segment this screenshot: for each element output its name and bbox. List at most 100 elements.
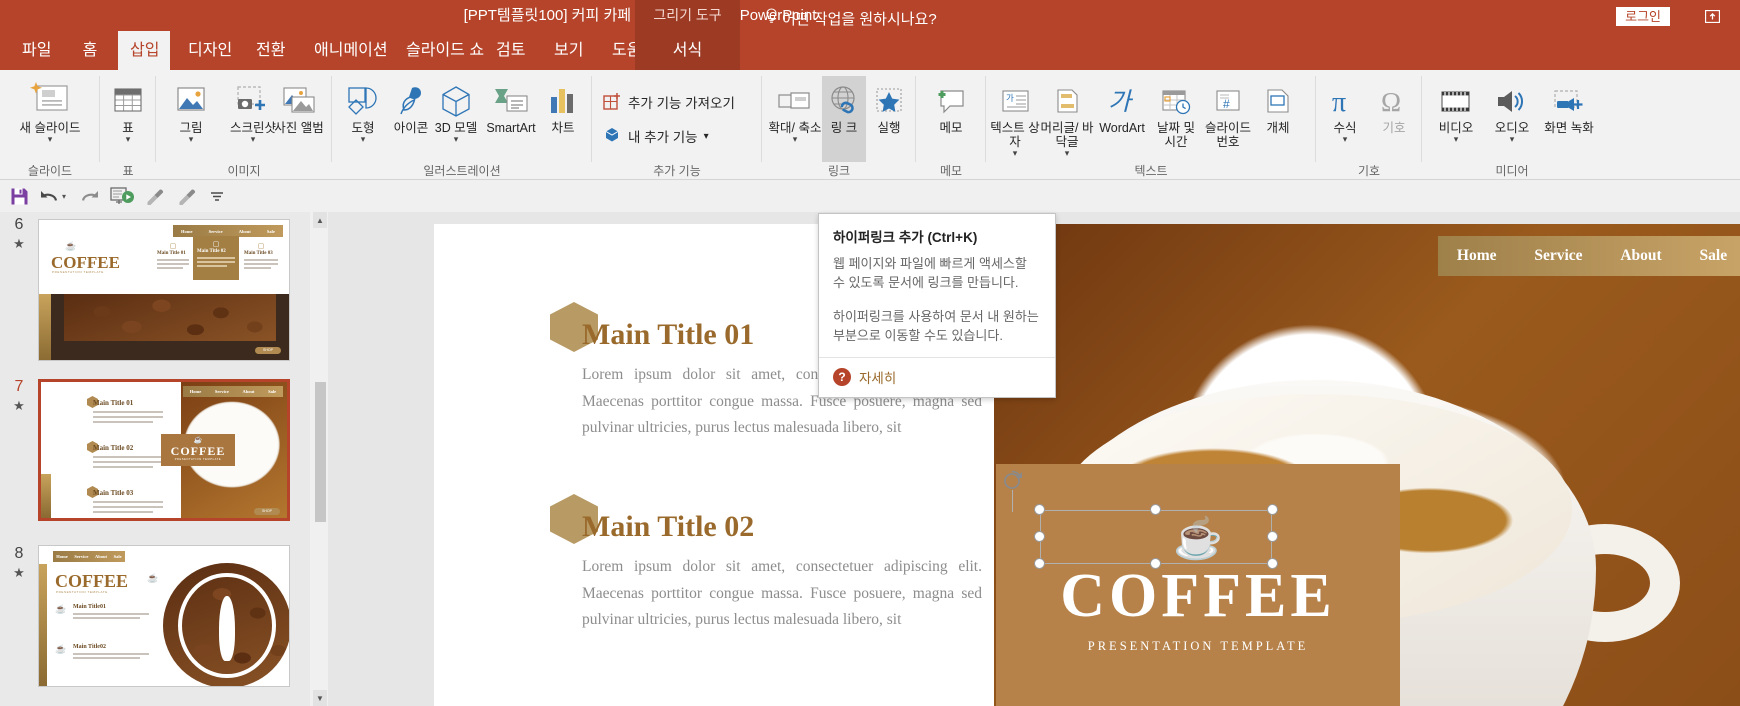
ribbon-tab-1[interactable]: 홈	[68, 31, 112, 70]
slide-thumbnail-8[interactable]: Home Service About Sale COFFEE ☕ PRESENT…	[38, 545, 290, 687]
resize-handle-sw[interactable]	[1034, 558, 1045, 569]
slide-number-button[interactable]: # 슬라이드 번호	[1202, 76, 1254, 162]
mini-card-2: ▢ Main Title 02	[193, 236, 239, 280]
sign-in-button[interactable]: 로그인	[1616, 7, 1670, 26]
get-addins-button[interactable]: 추가 기능 가져오기	[602, 88, 735, 116]
my-addins-icon	[602, 125, 622, 148]
ribbon-tab-8[interactable]: 보기	[542, 31, 594, 70]
photo-album-button[interactable]: 사진 앨범	[270, 76, 328, 162]
screen-recording-button[interactable]: 화면 녹화	[1540, 76, 1598, 162]
comment-icon	[933, 76, 969, 118]
chevron-down-icon[interactable]: ▾	[361, 135, 366, 144]
current-slide[interactable]: Home Service About Sale ☕ COFFEE PRESENT…	[434, 224, 1740, 706]
ribbon-group-slides: 새 슬라이드 ▾ 슬라이드	[0, 70, 100, 180]
scroll-up-icon[interactable]: ▲	[313, 212, 327, 228]
resize-handle-se[interactable]	[1267, 558, 1278, 569]
resize-handle-nw[interactable]	[1034, 504, 1045, 515]
slide-thumbnail-7[interactable]: Home Service About Sale Main Title 01 Ma…	[38, 379, 290, 521]
eyedropper-icon[interactable]	[142, 184, 168, 209]
scroll-down-icon[interactable]: ▼	[313, 690, 327, 706]
chevron-down-icon[interactable]: ▾	[48, 135, 53, 144]
tell-me-search[interactable]: 어떤 작업을 원하시나요?	[760, 0, 937, 39]
slide-section-2[interactable]: Main Title 02 Lorem ipsum dolor sit amet…	[550, 494, 982, 634]
ribbon-tab-5[interactable]: 애니메이션	[302, 31, 388, 70]
ribbon-tab-2[interactable]: 삽입	[118, 31, 170, 70]
chevron-down-icon[interactable]: ▾	[251, 135, 256, 144]
chevron-down-icon[interactable]: ▾	[126, 135, 131, 144]
smartart-button[interactable]: SmartArt	[480, 76, 542, 162]
slide-thumbnail-pane[interactable]: 6 ★ Home Service About Sale COFFEE PRESE…	[0, 212, 310, 706]
symbol-label: 기호	[1382, 121, 1406, 135]
chevron-down-icon[interactable]: ▾	[1510, 135, 1515, 144]
scrollbar-thumb[interactable]	[315, 382, 326, 522]
shapes-label: 도형	[351, 121, 375, 135]
header-footer-button[interactable]: 머리글/ 바닥글 ▾	[1040, 76, 1094, 162]
redo-icon[interactable]	[76, 184, 102, 209]
undo-dropdown-icon[interactable]: ▾	[58, 184, 70, 209]
section-title-2[interactable]: Main Title 02	[582, 510, 982, 544]
rotate-handle-icon[interactable]	[999, 468, 1025, 494]
ribbon-tab-10[interactable]: 서식	[635, 31, 740, 70]
video-button[interactable]: 비디오 ▾	[1428, 76, 1484, 162]
date-time-button[interactable]: 날짜 및 시간	[1150, 76, 1202, 162]
eyedropper-2-icon[interactable]	[174, 184, 200, 209]
equation-button[interactable]: π 수식 ▾	[1320, 76, 1370, 162]
mini-beans-circle	[163, 563, 289, 686]
resize-handle-s[interactable]	[1150, 558, 1161, 569]
slide-pane-scrollbar[interactable]: ▲ ▼	[313, 212, 327, 706]
chevron-down-icon[interactable]: ▾	[1065, 149, 1070, 158]
my-addins-button[interactable]: 내 추가 기능 ▾	[602, 122, 709, 150]
save-icon[interactable]	[6, 184, 32, 209]
chevron-down-icon[interactable]: ▾	[1343, 135, 1348, 144]
section-body-2[interactable]: Lorem ipsum dolor sit amet, consectetuer…	[582, 554, 982, 634]
wordart-button[interactable]: 가 WordArt	[1094, 76, 1150, 162]
ribbon-tab-0[interactable]: 파일	[10, 31, 62, 70]
icons-button[interactable]: 아이콘	[388, 76, 434, 162]
slide-thumbnail-6[interactable]: Home Service About Sale COFFEE PRESENTAT…	[38, 219, 290, 361]
ribbon-display-options-icon[interactable]	[1700, 5, 1724, 27]
symbol-button[interactable]: Ω 기호	[1370, 76, 1418, 162]
ribbon-tab-4[interactable]: 전환	[244, 31, 296, 70]
audio-button[interactable]: 오디오 ▾	[1484, 76, 1540, 162]
resize-handle-ne[interactable]	[1267, 504, 1278, 515]
chevron-down-icon[interactable]: ▾	[189, 135, 194, 144]
comment-button[interactable]: 메모	[922, 76, 980, 162]
resize-handle-n[interactable]	[1150, 504, 1161, 515]
shapes-button[interactable]: 도형 ▾	[336, 76, 390, 162]
mini-item-1: ☕ Main Title01	[55, 604, 149, 619]
chevron-down-icon[interactable]: ▾	[704, 131, 709, 142]
symbol-icon: Ω	[1377, 76, 1411, 118]
start-from-current-slide-icon[interactable]	[108, 184, 138, 209]
tooltip-footer[interactable]: ? 자세히	[819, 357, 1055, 397]
ribbon-tab-6[interactable]: 슬라이드 쇼	[394, 31, 484, 70]
ribbon-group-illustrations: 도형 ▾ 아이콘 3D 모델 ▾ SmartArt 차트 일러스트레이션	[332, 70, 592, 180]
tooltip-more-link[interactable]: 자세히	[859, 367, 896, 387]
new-slide-button[interactable]: 새 슬라이드 ▾	[14, 76, 86, 162]
picture-button[interactable]: 그림 ▾	[160, 76, 222, 162]
equation-label: 수식	[1333, 121, 1357, 135]
selected-textbox-frame[interactable]	[1034, 504, 1278, 569]
resize-handle-w[interactable]	[1034, 531, 1045, 542]
chart-button[interactable]: 차트	[540, 76, 586, 162]
chevron-down-icon[interactable]: ▾	[793, 135, 798, 144]
resize-handle-e[interactable]	[1267, 531, 1278, 542]
3d-model-button[interactable]: 3D 모델 ▾	[432, 76, 480, 162]
customize-qat-icon[interactable]	[204, 184, 230, 209]
object-button[interactable]: 개체	[1254, 76, 1302, 162]
table-button[interactable]: 표 ▾	[100, 76, 156, 162]
thumbnail-number: 6	[14, 216, 24, 233]
ribbon-tab-3[interactable]: 디자인	[176, 31, 238, 70]
ribbon-tab-7[interactable]: 검토	[484, 31, 536, 70]
zoom-button[interactable]: 확대/ 축소 ▾	[768, 76, 822, 162]
coffee-brand-card[interactable]: ☕ COFFEE PRESENTATION TEMPLATE	[996, 464, 1400, 706]
action-button[interactable]: 실행	[866, 76, 912, 162]
chevron-down-icon[interactable]: ▾	[454, 135, 459, 144]
link-button[interactable]: 링 크	[822, 76, 866, 162]
text-box-button[interactable]: 가 텍스트 상자 ▾	[990, 76, 1040, 162]
mini-nav-item: About	[242, 389, 255, 394]
chevron-down-icon[interactable]: ▾	[1454, 135, 1459, 144]
chevron-down-icon[interactable]: ▾	[1013, 149, 1018, 158]
slide-number-label: 슬라이드 번호	[1204, 121, 1251, 149]
slide-nav-bar: Home Service About Sale	[1438, 236, 1740, 276]
thumbnail-number: 7	[14, 378, 24, 395]
